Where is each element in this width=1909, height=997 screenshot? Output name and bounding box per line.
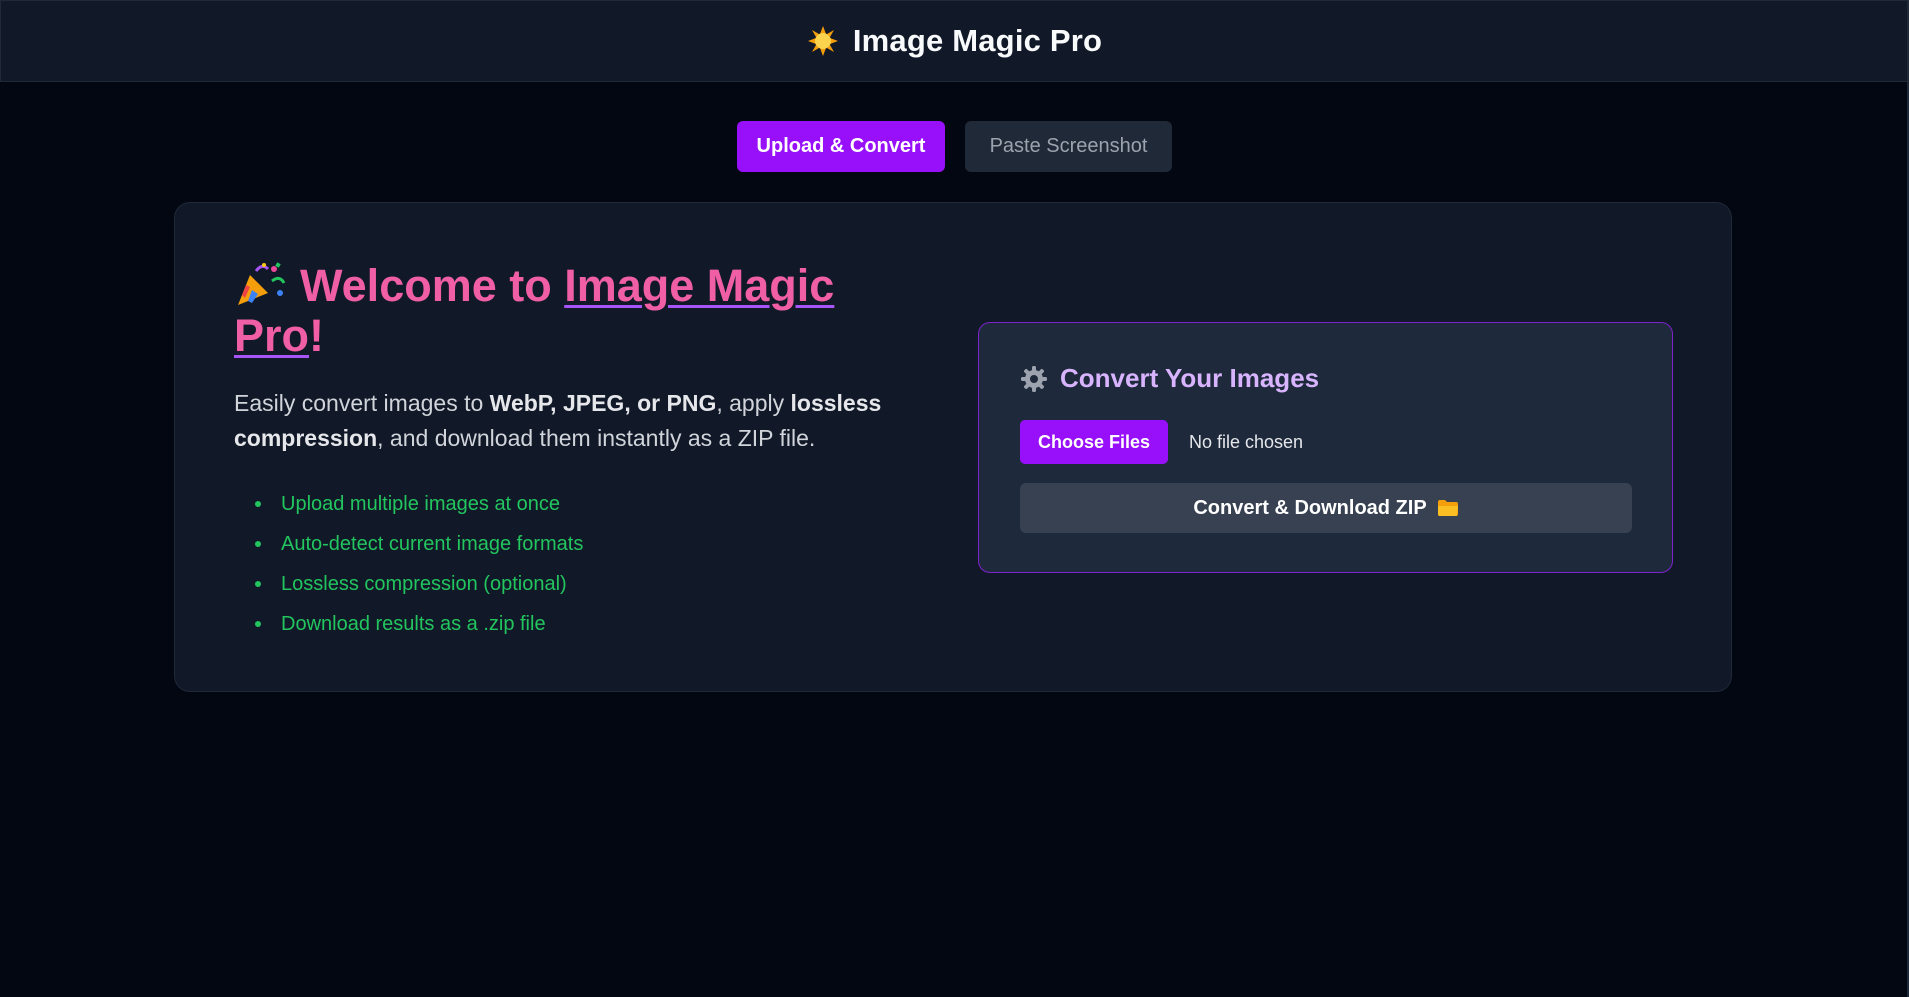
- convert-download-zip-button[interactable]: Convert & Download ZIP: [1020, 483, 1632, 533]
- feature-list: Upload multiple images at once Auto-dete…: [234, 484, 934, 644]
- sun-icon: [807, 26, 838, 56]
- intro-text-part-3: , and download them instantly as a ZIP f…: [377, 425, 816, 451]
- main-card: Welcome to Image Magic Pro! Easily conve…: [174, 202, 1732, 692]
- tab-bar: Upload & Convert Paste Screenshot: [0, 121, 1909, 172]
- welcome-title-prefix: Welcome to: [300, 260, 552, 311]
- app-title: Image Magic Pro: [852, 23, 1103, 58]
- welcome-section: Welcome to Image Magic Pro! Easily conve…: [234, 261, 934, 644]
- convert-button-label: Convert & Download ZIP: [1193, 496, 1427, 519]
- welcome-title-suffix: !: [309, 310, 325, 361]
- intro-text-part-2: , apply: [716, 390, 785, 416]
- folder-icon: [1437, 500, 1458, 516]
- convert-title: Convert Your Images: [1060, 363, 1320, 393]
- convert-heading: Convert Your Images: [1020, 363, 1319, 394]
- tab-upload-convert[interactable]: Upload & Convert: [737, 121, 945, 172]
- gear-icon: [1021, 365, 1047, 392]
- feature-item: Lossless compression (optional): [255, 564, 934, 604]
- file-input-row: Choose Files No file chosen: [1020, 420, 1303, 464]
- feature-item: Upload multiple images at once: [255, 484, 934, 524]
- feature-item: Auto-detect current image formats: [255, 524, 934, 564]
- app-header: Image Magic Pro: [0, 0, 1909, 82]
- feature-item: Download results as a .zip file: [255, 604, 934, 644]
- file-status-text: No file chosen: [1189, 431, 1304, 452]
- intro-text-part-1: Easily convert images to: [234, 390, 484, 416]
- intro-formats: WebP, JPEG, or PNG: [489, 390, 717, 416]
- choose-files-button[interactable]: Choose Files: [1020, 420, 1168, 464]
- convert-panel: Convert Your Images Choose Files No file…: [978, 322, 1673, 573]
- tab-paste-screenshot[interactable]: Paste Screenshot: [965, 121, 1172, 172]
- party-popper-icon: [238, 262, 286, 305]
- welcome-title: Welcome to Image Magic Pro!: [234, 261, 934, 361]
- intro-text: Easily convert images to WebP, JPEG, or …: [234, 386, 934, 456]
